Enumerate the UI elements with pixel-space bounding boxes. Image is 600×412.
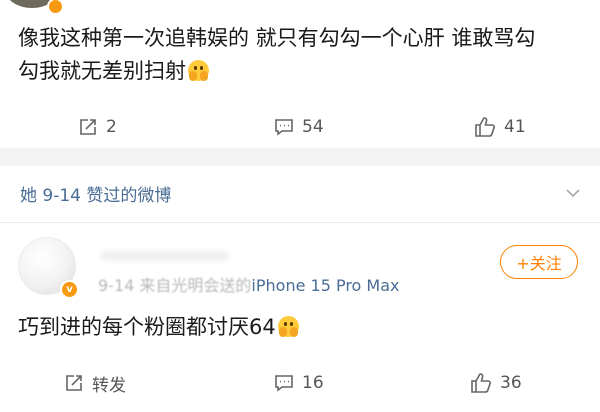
like-button[interactable]: 36 xyxy=(470,368,522,398)
post-date: 9-14 xyxy=(98,276,135,295)
comment-button[interactable]: 54 xyxy=(274,112,324,142)
repost-icon xyxy=(66,375,82,391)
post-text-line1: 像我这种第一次追韩娱的 就只有勾勾一个心肝 谁敢骂勾 xyxy=(18,26,536,50)
like-icon xyxy=(471,373,491,393)
scared-face-emoji xyxy=(277,316,299,337)
comment-count: 54 xyxy=(302,117,324,137)
repost-icon xyxy=(80,119,96,135)
like-count: 36 xyxy=(500,373,522,393)
repost-button[interactable]: 转发 xyxy=(64,368,126,398)
verified-badge: v xyxy=(60,280,79,299)
follow-button[interactable]: +关注 xyxy=(500,245,578,279)
username-blurred[interactable] xyxy=(100,251,230,261)
scared-face-emoji xyxy=(188,60,209,81)
comment-button[interactable]: 16 xyxy=(274,368,324,398)
post-text: 像我这种第一次追韩娱的 就只有勾勾一个心肝 谁敢骂勾 勾我就无差别扫射 xyxy=(18,22,588,88)
comment-icon xyxy=(275,375,293,392)
action-bar: 2 54 41 xyxy=(0,112,600,142)
like-count: 41 xyxy=(504,117,526,137)
chevron-down-icon[interactable] xyxy=(564,184,582,202)
post-text-body: 巧到进的每个粉圈都讨厌64 xyxy=(18,315,276,339)
repost-button[interactable]: 2 xyxy=(78,112,117,142)
post-source: 来自光明会送的 xyxy=(139,276,252,295)
liked-by-header[interactable]: 她 9-14 赞过的微博 xyxy=(0,166,600,222)
post-device[interactable]: iPhone 15 Pro Max xyxy=(251,276,399,295)
action-bar: 转发 16 36 xyxy=(0,368,600,398)
post-meta: 9-14 来自光明会送的iPhone 15 Pro Max xyxy=(98,272,400,296)
weibo-post: 像我这种第一次追韩娱的 就只有勾勾一个心肝 谁敢骂勾 勾我就无差别扫射 2 54… xyxy=(0,0,600,148)
post-text-line2: 勾我就无差别扫射 xyxy=(18,59,186,83)
repost-label: 转发 xyxy=(92,375,126,396)
weibo-post: v 9-14 来自光明会送的iPhone 15 Pro Max +关注 巧到进的… xyxy=(0,223,600,412)
like-icon xyxy=(475,117,495,137)
liked-by-label: 她 9-14 赞过的微博 xyxy=(20,186,172,206)
comment-count: 16 xyxy=(302,373,324,393)
repost-count: 2 xyxy=(106,117,117,137)
verified-badge xyxy=(47,0,64,15)
comment-icon xyxy=(275,119,293,136)
like-button[interactable]: 41 xyxy=(474,112,526,142)
post-text: 巧到进的每个粉圈都讨厌64 xyxy=(18,311,299,344)
section-divider xyxy=(0,148,600,166)
